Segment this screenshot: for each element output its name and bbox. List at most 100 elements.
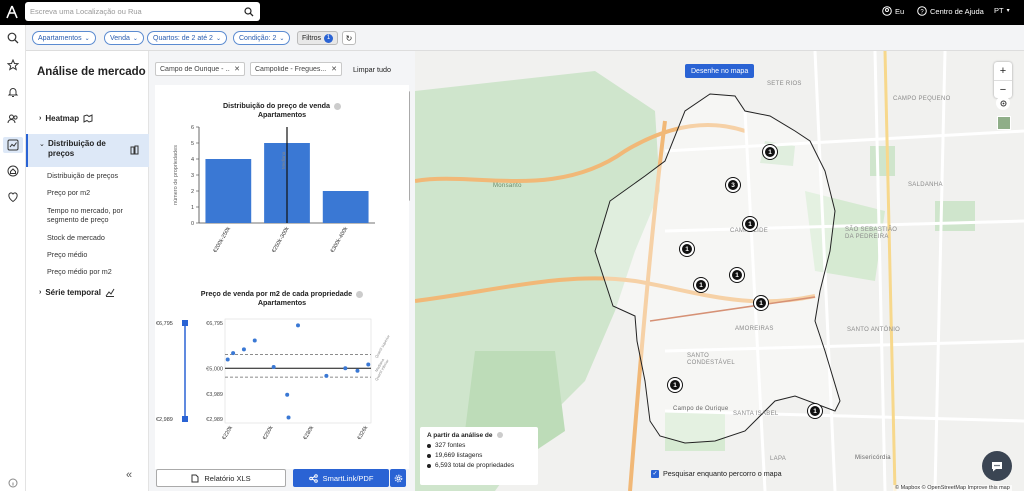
user-menu[interactable]: Eu (882, 6, 904, 16)
area-chip-campo-ourique[interactable]: Campo de Ourique - ... ✕ (155, 62, 245, 76)
close-icon[interactable]: ✕ (331, 65, 337, 73)
map-base (415, 51, 1024, 491)
filter-bar: Apartamentos ⌄ Venda ⌄ Quartos: de 2 até 2… (26, 25, 1024, 51)
rail-home-icon[interactable] (5, 163, 21, 179)
bar (322, 191, 369, 223)
language-select[interactable]: PT ▾ (994, 6, 1010, 15)
map-cluster-marker[interactable]: 1 (694, 278, 708, 292)
chevron-down-icon: ⌄ (39, 141, 45, 148)
filter-transaction[interactable]: Venda ⌄ (104, 31, 144, 45)
scatter-point (252, 338, 257, 343)
map-view[interactable]: SETE RIOS CAMPO PEQUENO SALDANHA SÃO SEB… (415, 51, 1024, 491)
filter-bedrooms[interactable]: Quartos: de 2 até 2 ⌄ (147, 31, 227, 45)
charts-card: Distribuição do preço de venda Apartamen… (155, 85, 409, 469)
refresh-icon: ↻ (345, 33, 353, 43)
search-icon[interactable] (244, 6, 254, 17)
chip-label: Campolide - Fregues... (255, 65, 327, 73)
rail-market-analysis-icon[interactable] (3, 137, 23, 153)
search-input[interactable]: Escreva uma Localização ou Rua (30, 7, 244, 16)
more-filters-button[interactable]: Filtros 1 (297, 31, 339, 45)
rail-search-icon[interactable] (5, 30, 21, 46)
user-icon (882, 6, 892, 16)
nav-time-series-label: Série temporal (45, 288, 101, 297)
satellite-layer-toggle[interactable] (997, 116, 1011, 130)
y-tick-label: 5 (191, 141, 194, 147)
scatter-point (225, 357, 230, 362)
info-icon[interactable] (496, 432, 503, 439)
app-logo[interactable] (6, 5, 18, 19)
report-settings-button[interactable] (390, 469, 406, 487)
collapse-panel-icon[interactable]: « (126, 469, 132, 481)
charts-area: Campo de Ourique - ... ✕ Campolide - Fre… (149, 51, 415, 491)
map-label: LAPA (770, 456, 787, 462)
y-axis-label: número de propriedades (173, 145, 179, 205)
chevron-down-icon: ⌄ (132, 35, 138, 42)
map-cluster-marker[interactable]: 1 (668, 378, 682, 392)
map-cluster-marker[interactable]: 1 (680, 242, 694, 256)
nav-heatmap[interactable]: › Heatmap (39, 114, 93, 123)
range-slider-handle-min (182, 416, 188, 422)
help-center-link[interactable]: ? Centro de Ajuda (917, 6, 984, 16)
map-label: SANTO CONDESTÁVEL (687, 353, 735, 366)
map-label: SANTA ISABEL (733, 411, 779, 417)
map-attribution[interactable]: © Mapbox © OpenStreetMap Improve this ma… (893, 485, 1012, 491)
map-cluster-marker[interactable]: 3 (726, 178, 740, 192)
scatter-point (343, 366, 348, 371)
rail-info-icon[interactable] (5, 475, 21, 491)
reset-filters-button[interactable]: ↻ (342, 31, 356, 45)
area-chip-campolide[interactable]: Campolide - Fregues... ✕ (250, 62, 342, 76)
map-label: SANTO ANTÓNIO (847, 327, 901, 333)
nav-sub-price-m2[interactable]: Preço por m2 (47, 188, 147, 197)
map-cluster-marker[interactable]: 1 (808, 404, 822, 418)
map-label: SETE RIOS (767, 81, 802, 87)
xls-report-button[interactable]: Relatório XLS (156, 469, 286, 487)
nav-sub-avg-price-m2[interactable]: Preço médio por m2 (47, 267, 147, 276)
zoom-in-button[interactable]: + (994, 62, 1012, 80)
close-icon[interactable]: ✕ (234, 65, 240, 73)
rail-valuation-icon[interactable] (5, 189, 21, 205)
nav-sub-price-distribution[interactable]: Distribuição de preços (47, 171, 147, 180)
smartlink-pdf-button[interactable]: SmartLink/PDF (293, 469, 389, 487)
map-cluster-marker[interactable]: 1 (754, 296, 768, 310)
trend-icon (105, 288, 115, 297)
plot-area (224, 318, 372, 424)
filter-property-type[interactable]: Apartamentos ⌄ (32, 31, 96, 45)
nav-sub-stock[interactable]: Stock de mercado (47, 233, 147, 242)
rail-favorites-icon[interactable] (5, 57, 21, 73)
chevron-down-icon: ⌄ (279, 35, 285, 42)
map-cluster-marker[interactable]: 1 (743, 217, 757, 231)
analysis-legend: A partir da análise de 327 fontes 19,669… (420, 427, 538, 485)
filter-label: Venda (110, 34, 130, 42)
bullet-icon (427, 443, 431, 448)
checkbox-checked-icon[interactable]: ✓ (651, 469, 659, 478)
nav-price-distribution[interactable]: ⌄ Distribuição de preços (26, 134, 149, 167)
filter-condition[interactable]: Condição: 2 ⌄ (233, 31, 291, 45)
search-while-moving-toggle[interactable]: ✓ Pesquisar enquanto percorro o mapa (651, 469, 782, 478)
locate-me-button[interactable] (996, 96, 1010, 110)
x-tick-label: €220k (221, 425, 234, 441)
filter-label: Quartos: de 2 até 2 (153, 34, 213, 42)
filters-label: Filtros (302, 34, 322, 42)
nav-sub-avg-price[interactable]: Preço médio (47, 250, 147, 259)
nav-time-series[interactable]: › Série temporal (39, 288, 115, 297)
chart2-subtitle: Apartamentos (257, 298, 307, 307)
info-icon[interactable] (334, 102, 342, 110)
map-label: Campo de Ourique (673, 406, 729, 412)
rail-alerts-icon[interactable] (5, 84, 21, 100)
left-rail (0, 25, 26, 491)
map-cluster-marker[interactable]: 1 (763, 145, 777, 159)
y-tick-label: €6,795 (206, 321, 223, 327)
y-tick-label: 1 (191, 205, 194, 211)
draw-on-map-button[interactable]: Desenhe no mapa (685, 64, 755, 78)
chat-support-button[interactable] (982, 451, 1012, 481)
legend-title: A partir da análise de (427, 432, 531, 439)
location-search[interactable]: Escreva uma Localização ou Rua (25, 2, 260, 21)
clear-all-button[interactable]: Limpar tudo (353, 65, 391, 74)
map-cluster-marker[interactable]: 1 (730, 268, 744, 282)
info-icon[interactable] (356, 290, 364, 298)
nav-sub-time-on-market[interactable]: Tempo no mercado, por segmento de preço (47, 206, 147, 224)
y-tick-label: 6 (191, 125, 194, 131)
rail-users-icon[interactable] (5, 111, 21, 127)
scatter-point (366, 362, 371, 367)
y-tick-label: 4 (191, 157, 194, 163)
